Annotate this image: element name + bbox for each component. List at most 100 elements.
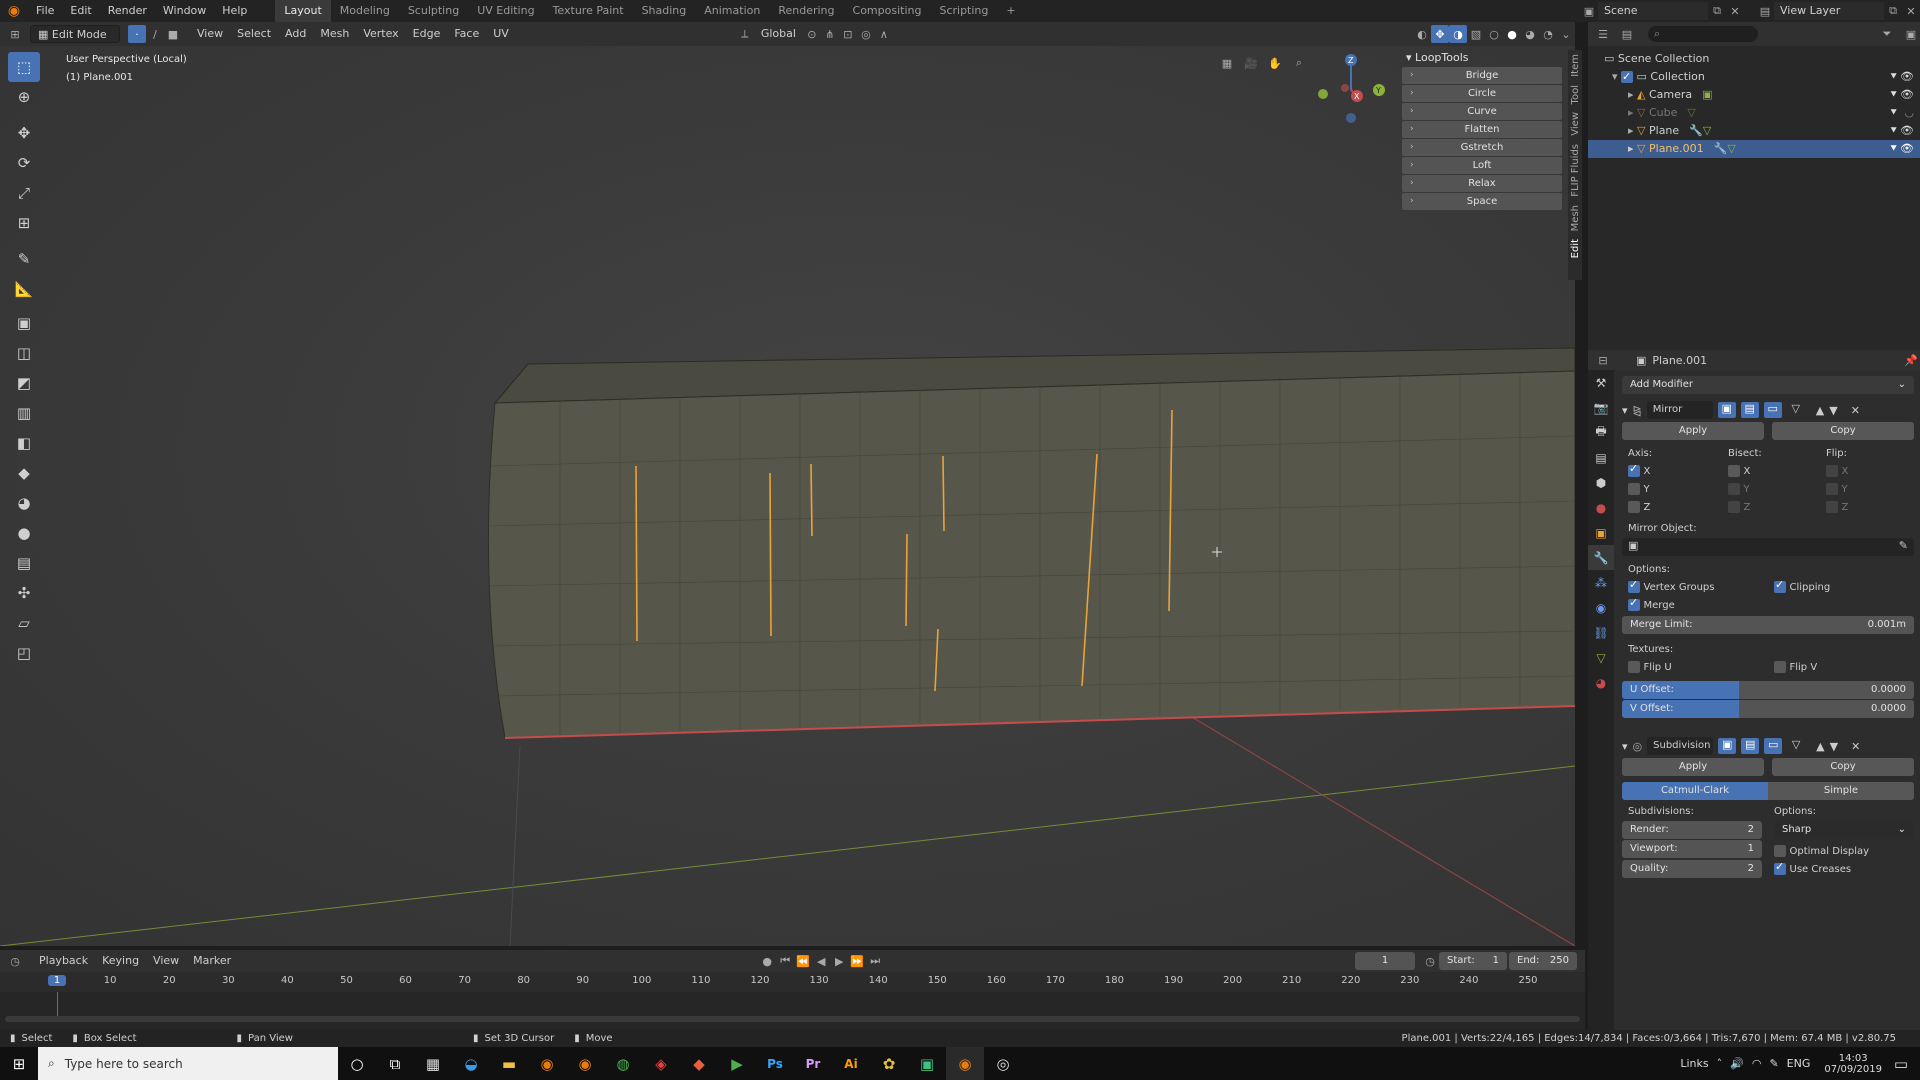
checkbox[interactable] — [1628, 483, 1640, 495]
rendered-shading-icon[interactable]: ◔ — [1539, 25, 1557, 43]
scene-tab-icon[interactable]: ⬢ — [1588, 470, 1614, 495]
looptools-bridge-button[interactable]: › Bridge — [1402, 67, 1562, 84]
select-arrow-icon[interactable]: ⯆ — [1889, 104, 1898, 122]
eye-hidden-icon[interactable]: ◡ — [1904, 104, 1914, 122]
menu-uv[interactable]: UV — [486, 25, 516, 43]
timeline-area[interactable]: 1 10 20 30 40 50 60 70 80 90 100 110 120 130 140 150 160… — [0, 972, 1585, 1030]
edge-select-icon[interactable]: / — [146, 25, 164, 43]
chevron-up-icon[interactable]: ˄ — [1717, 1057, 1723, 1070]
select-arrow-icon[interactable]: ⯆ — [1889, 86, 1898, 104]
checkbox[interactable] — [1774, 578, 1786, 593]
visibility-icon[interactable]: ◐ — [1413, 25, 1431, 43]
record-icon[interactable]: ● — [758, 952, 776, 970]
blender-logo-icon[interactable]: ◉ — [0, 0, 28, 22]
media-player-icon[interactable]: ▶ — [718, 1047, 756, 1080]
steam-icon[interactable]: ◎ — [984, 1047, 1022, 1080]
snap-icon[interactable]: ⋔ — [821, 25, 839, 43]
premiere-icon[interactable]: Pr — [794, 1047, 832, 1080]
orientation-selector[interactable]: Global — [754, 25, 803, 43]
outliner-row-scene-collection[interactable]: ▭ Scene Collection — [1588, 50, 1920, 68]
expand-icon[interactable]: ▸ — [1628, 86, 1637, 104]
clock-icon[interactable]: ◷ — [1421, 952, 1439, 970]
shear-tool-icon[interactable]: ▱ — [8, 608, 40, 638]
eye-icon[interactable]: 👁 — [1900, 122, 1914, 140]
menu-face[interactable]: Face — [447, 25, 486, 43]
rip-tool-icon[interactable]: ◰ — [8, 638, 40, 668]
looptools-flatten-button[interactable]: › Flatten — [1402, 121, 1562, 138]
viewport-toggle-icon[interactable]: ▭ — [1763, 402, 1782, 418]
tab-scripting[interactable]: Scripting — [930, 0, 997, 22]
mirror-copy-button[interactable]: Copy — [1772, 422, 1914, 440]
menu-window[interactable]: Window — [155, 0, 214, 22]
menu-keying[interactable]: Keying — [95, 952, 146, 970]
bisect-x-checkbox[interactable]: X — [1728, 464, 1826, 477]
render-tab-icon[interactable]: 📷 — [1588, 395, 1614, 420]
looptools-relax-button[interactable]: › Relax — [1402, 175, 1562, 192]
scale-tool-icon[interactable]: ⤢ — [8, 178, 40, 208]
camera-view-icon[interactable]: 🎥 — [1242, 54, 1260, 72]
flip-z-checkbox[interactable]: Z — [1826, 500, 1906, 513]
collapse-icon[interactable]: ▾ — [1622, 740, 1628, 753]
vertex-groups-checkbox[interactable]: Vertex Groups — [1628, 578, 1774, 593]
solid-shading-icon[interactable]: ● — [1503, 25, 1521, 43]
flip-x-checkbox[interactable]: X — [1826, 464, 1906, 477]
axis-x-checkbox[interactable]: X — [1628, 462, 1728, 477]
flip-u-checkbox[interactable]: Flip U — [1628, 660, 1774, 673]
tab-rendering[interactable]: Rendering — [769, 0, 843, 22]
edge-slide-tool-icon[interactable]: ▤ — [8, 548, 40, 578]
links-toolbar[interactable]: Links — [1680, 1057, 1708, 1070]
windows-start-icon[interactable]: ⊞ — [0, 1047, 38, 1080]
menu-help[interactable]: Help — [214, 0, 255, 22]
cortana-icon[interactable]: ○ — [338, 1047, 376, 1080]
illustrator-icon[interactable]: Ai — [832, 1047, 870, 1080]
inset-tool-icon[interactable]: ◫ — [8, 338, 40, 368]
optimal-display-checkbox[interactable]: Optimal Display — [1774, 844, 1914, 857]
data-tab-icon[interactable]: ▽ — [1588, 645, 1614, 670]
menu-file[interactable]: File — [28, 0, 62, 22]
constraints-tab-icon[interactable]: ⛓ — [1588, 620, 1614, 645]
3d-viewport[interactable]: User Perspective (Local) (1) Plane.001 ▦… — [0, 46, 1575, 946]
eyedropper-icon[interactable]: ✎ — [1899, 539, 1908, 552]
chrome-icon[interactable]: ◍ — [604, 1047, 642, 1080]
subdivision-copy-button[interactable]: Copy — [1772, 758, 1914, 776]
pivot-icon[interactable]: ⊙ — [803, 25, 821, 43]
collapse-icon[interactable]: ▾ — [1622, 404, 1628, 417]
annotate-tool-icon[interactable]: ✎ — [8, 244, 40, 274]
menu-timeline-view[interactable]: View — [146, 952, 186, 970]
merge-limit-field[interactable]: Merge Limit: 0.001m — [1622, 616, 1914, 634]
file-explorer-icon[interactable]: ▬ — [490, 1047, 528, 1080]
tab-sculpting[interactable]: Sculpting — [399, 0, 468, 22]
vertex-select-icon[interactable]: · — [128, 25, 146, 43]
blender-active-icon[interactable]: ◉ — [946, 1047, 984, 1080]
checkbox[interactable] — [1628, 661, 1640, 673]
particles-tab-icon[interactable]: ⁂ — [1588, 570, 1614, 595]
shading-options-icon[interactable]: ⌄ — [1557, 25, 1575, 43]
add-workspace-icon[interactable]: + — [997, 0, 1024, 22]
move-down-icon[interactable]: ▼ — [1829, 404, 1837, 417]
play-reverse-icon[interactable]: ◀ — [812, 952, 830, 970]
move-tool-icon[interactable]: ✥ — [8, 118, 40, 148]
select-arrow-icon[interactable]: ⯆ — [1889, 122, 1898, 140]
sidebar-tab-view[interactable]: View — [1570, 112, 1581, 136]
tab-compositing[interactable]: Compositing — [844, 0, 931, 22]
volume-icon[interactable]: 🔊 — [1730, 1057, 1744, 1070]
quality-field[interactable]: Quality: 2 — [1622, 860, 1762, 878]
select-arrow-icon[interactable]: ⯆ — [1889, 68, 1898, 86]
menu-edge[interactable]: Edge — [406, 25, 448, 43]
checkbox[interactable] — [1628, 596, 1640, 611]
physics-tab-icon[interactable]: ◉ — [1588, 595, 1614, 620]
menu-add[interactable]: Add — [278, 25, 313, 43]
transform-tool-icon[interactable]: ⊞ — [8, 208, 40, 238]
photoshop-icon[interactable]: Ps — [756, 1047, 794, 1080]
xray-icon[interactable]: ▧ — [1467, 25, 1485, 43]
scene-selector[interactable]: Scene — [1598, 2, 1708, 20]
view-layer-close-icon[interactable]: ✕ — [1902, 2, 1920, 20]
gizmo-toggle-icon[interactable]: ✥ — [1431, 25, 1449, 43]
frame-ruler[interactable]: 1 10 20 30 40 50 60 70 80 90 100 110 120 130 140 150 160… — [0, 972, 1585, 992]
checkbox[interactable] — [1774, 860, 1786, 875]
display-mode-icon[interactable]: ▤ — [1618, 25, 1636, 43]
shrink-fatten-tool-icon[interactable]: ✣ — [8, 578, 40, 608]
pan-hand-icon[interactable]: ✋ — [1266, 54, 1284, 72]
checkbox[interactable] — [1774, 845, 1786, 857]
v-offset-field[interactable]: V Offset: 0.0000 — [1622, 700, 1914, 718]
